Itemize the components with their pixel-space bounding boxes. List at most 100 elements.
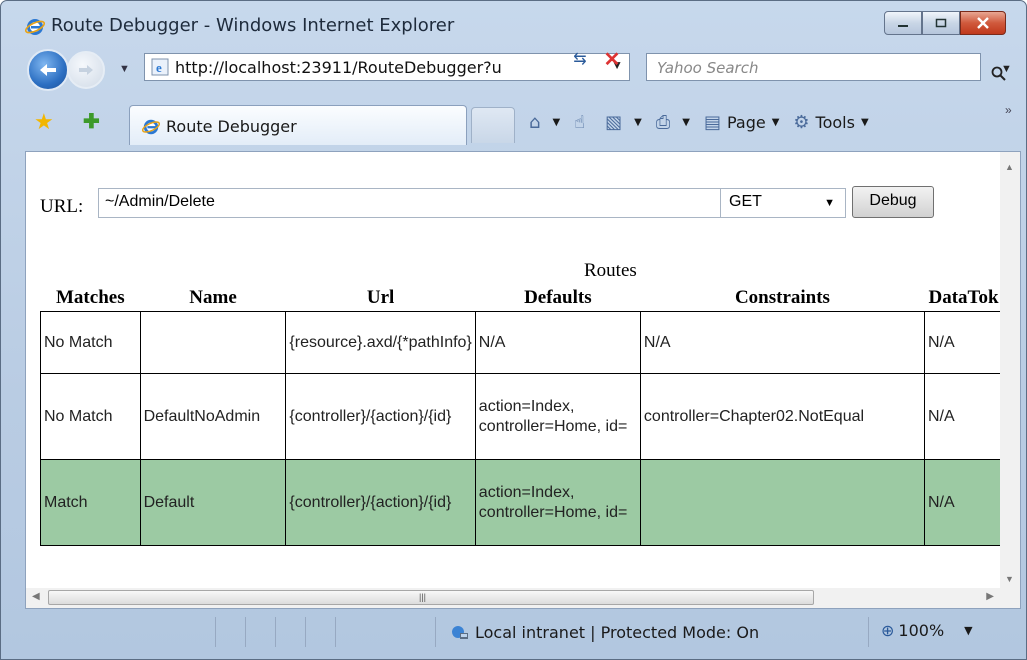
chevron-down-icon: ▼ xyxy=(552,116,561,128)
cell-matches: No Match xyxy=(40,311,141,374)
page-menu[interactable]: ▤ Page ▼ xyxy=(704,112,779,133)
cell-defaults: N/A xyxy=(474,311,641,374)
status-bar: Local intranet | Protected Mode: On ⊕ 10… xyxy=(1,611,1026,659)
new-tab-button[interactable] xyxy=(471,107,515,143)
status-cell xyxy=(275,617,306,647)
refresh-icon[interactable]: ⇆ xyxy=(567,49,593,69)
window-controls xyxy=(884,11,1006,35)
hand-icon: ☝ xyxy=(574,111,586,133)
maximize-button[interactable] xyxy=(922,11,960,35)
cell-matches: Match xyxy=(40,459,141,546)
page-icon: ▤ xyxy=(703,111,721,133)
cell-name xyxy=(139,311,287,374)
cell-defaults: action=Index, controller=Home, id= xyxy=(474,373,641,460)
tab-route-debugger[interactable]: Route Debugger xyxy=(129,105,467,145)
chevron-down-icon: ▼ xyxy=(682,116,690,128)
cell-name: DefaultNoAdmin xyxy=(139,373,287,460)
history-dropdown-icon[interactable]: ▼ xyxy=(119,63,130,75)
chevron-down-icon: ▼ xyxy=(860,116,869,128)
search-input[interactable]: Yahoo Search xyxy=(646,53,1006,81)
status-cell xyxy=(215,617,246,647)
search-placeholder: Yahoo Search xyxy=(657,59,759,77)
chevron-down-icon: ▼ xyxy=(824,197,835,209)
chevron-down-icon: ▼ xyxy=(634,116,642,128)
security-zone-label: Local intranet | Protected Mode: On xyxy=(475,623,760,642)
home-button[interactable]: ⌂ ▼ xyxy=(529,112,560,133)
column-header: Defaults xyxy=(524,287,592,308)
zoom-control[interactable]: ⊕ 100% ▼ xyxy=(881,621,973,640)
page-menu-label: Page xyxy=(726,112,766,132)
table-row: No Match DefaultNoAdmin {controller}/{ac… xyxy=(40,373,1020,460)
close-button[interactable] xyxy=(960,11,1006,35)
home-icon: ⌂ xyxy=(529,111,541,133)
svg-text:e: e xyxy=(156,60,162,75)
forward-button[interactable] xyxy=(67,51,105,89)
forward-arrow-icon xyxy=(79,65,93,75)
url-input[interactable]: ~/Admin/Delete xyxy=(98,188,722,218)
tab-label: Route Debugger xyxy=(166,117,297,136)
cell-url: {resource}.axd/{*pathInfo} xyxy=(285,311,476,374)
intranet-globe-icon xyxy=(452,625,468,639)
scrollbar-corner xyxy=(1000,588,1020,608)
back-button[interactable] xyxy=(27,49,69,91)
navigation-bar: ▼ e http://localhost:23911/RouteDebugger… xyxy=(1,45,1026,91)
routes-caption: Routes xyxy=(584,260,637,281)
security-zone[interactable]: Local intranet | Protected Mode: On xyxy=(451,623,759,642)
scroll-left-icon[interactable]: ◀ xyxy=(32,591,40,602)
status-cell xyxy=(335,617,436,647)
title-bar: Route Debugger - Windows Internet Explor… xyxy=(1,1,1026,41)
cell-constraints xyxy=(639,459,925,546)
zoom-level: 100% xyxy=(898,621,945,640)
debug-button[interactable]: Debug xyxy=(852,186,934,218)
back-arrow-icon xyxy=(40,64,56,76)
page-ie-icon: e xyxy=(151,58,169,76)
cell-matches: No Match xyxy=(40,373,141,460)
address-bar[interactable]: e http://localhost:23911/RouteDebugger?u… xyxy=(144,53,630,81)
minimize-button[interactable] xyxy=(884,11,922,35)
horizontal-scrollbar[interactable]: ◀ ||| ▶ xyxy=(26,588,1000,608)
tools-menu-label: Tools xyxy=(815,112,855,132)
scroll-down-icon[interactable]: ▼ xyxy=(1005,574,1014,584)
research-button[interactable]: ☝ xyxy=(574,112,591,133)
zoom-icon: ⊕ xyxy=(881,621,895,640)
url-label: URL: xyxy=(40,196,84,217)
chevron-down-icon: ▼ xyxy=(771,116,780,128)
ie-logo-icon xyxy=(142,119,160,135)
column-header: Matches xyxy=(56,287,125,308)
scroll-right-icon[interactable]: ▶ xyxy=(986,591,994,602)
address-url: http://localhost:23911/RouteDebugger?u xyxy=(175,58,502,77)
add-favorites-icon[interactable]: ✚ xyxy=(83,109,100,134)
status-cell xyxy=(245,617,276,647)
tools-menu[interactable]: ⚙ Tools ▼ xyxy=(793,112,868,133)
more-commands-icon[interactable]: » xyxy=(1005,103,1012,117)
http-method-select[interactable]: GET ▼ xyxy=(720,188,846,218)
cell-defaults: action=Index, controller=Home, id= xyxy=(474,459,641,546)
page-content: URL: ~/Admin/Delete GET ▼ Debug Routes M… xyxy=(25,151,1021,609)
status-divider xyxy=(867,617,869,647)
grip-icon: ||| xyxy=(419,592,427,602)
scroll-up-icon[interactable]: ▲ xyxy=(1005,162,1014,172)
close-icon xyxy=(977,17,989,29)
table-row: Match Default {controller}/{action}/{id}… xyxy=(40,459,1020,546)
search-options-dropdown-icon[interactable]: ▼ xyxy=(1001,63,1012,75)
horizontal-scroll-thumb[interactable]: ||| xyxy=(48,590,814,605)
browser-window: Route Debugger - Windows Internet Explor… xyxy=(0,0,1027,660)
cell-constraints: controller=Chapter02.NotEqual xyxy=(639,373,925,460)
cell-url: {controller}/{action}/{id} xyxy=(285,373,476,460)
vertical-scrollbar[interactable]: ▲ ▼ xyxy=(1000,152,1020,590)
stop-icon[interactable]: ✕ xyxy=(601,47,623,71)
window-title: Route Debugger - Windows Internet Explor… xyxy=(51,15,455,36)
column-header: Url xyxy=(366,287,395,308)
printer-icon: ⎙ xyxy=(655,111,671,133)
http-method-value: GET xyxy=(729,193,762,210)
status-cell xyxy=(305,617,336,647)
minimize-icon xyxy=(898,25,908,27)
command-bar: ⌂ ▼ ☝ ▧ ▼ ⎙ ▼ ▤ Page ▼ ⚙ Tools ▼ xyxy=(529,107,883,137)
maximize-icon xyxy=(935,18,947,28)
favorites-star-icon[interactable]: ★ xyxy=(34,109,54,135)
gear-icon: ⚙ xyxy=(793,111,810,133)
feeds-button[interactable]: ▧ ▼ xyxy=(605,112,642,133)
print-button[interactable]: ⎙ ▼ xyxy=(656,112,690,133)
rss-feed-icon: ▧ xyxy=(605,111,623,133)
cell-url: {controller}/{action}/{id} xyxy=(285,459,476,546)
